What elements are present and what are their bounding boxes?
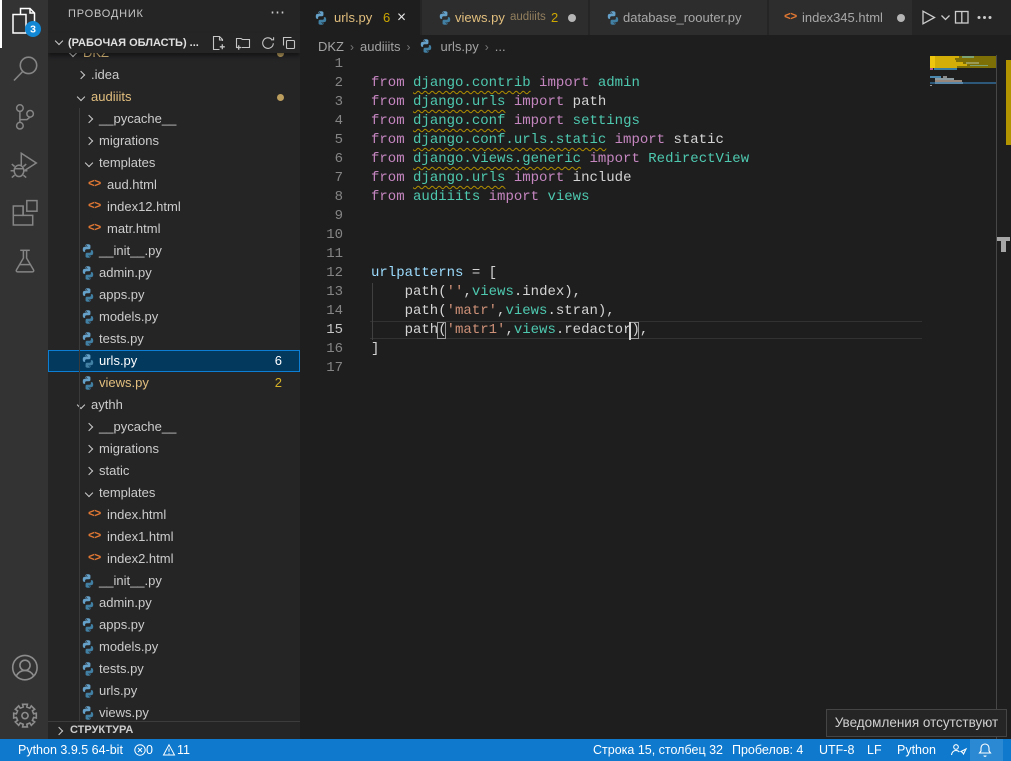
svg-text:3: 3	[30, 24, 36, 36]
